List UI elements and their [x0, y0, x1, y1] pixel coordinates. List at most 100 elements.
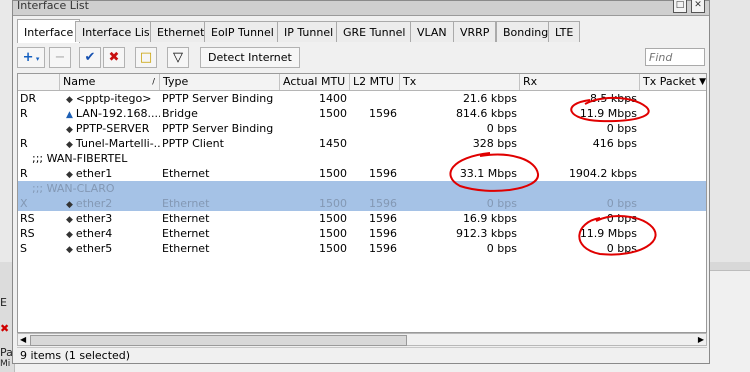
- cell-rx: 11.9 Mbps: [579, 107, 637, 120]
- cell-tx: 0 bps: [486, 242, 517, 255]
- tab-vlan[interactable]: VLAN: [410, 21, 454, 42]
- column-tx-packet[interactable]: Tx Packet ▼: [640, 74, 706, 90]
- cell-name: ◆ ether2: [60, 196, 160, 211]
- disable-button[interactable]: ✖: [103, 47, 125, 68]
- cell-type: Ethernet: [162, 212, 210, 225]
- cell-tx: 912.3 kbps: [455, 227, 517, 240]
- cell-flag: DR: [20, 92, 37, 105]
- tab-eoip-tunnel[interactable]: EoIP Tunnel: [204, 21, 281, 42]
- table-row[interactable]: RS ◆ ether4 Ethernet 1500 1596 912.3 kbps 11.9 …: [18, 226, 706, 241]
- cell-flag: R: [20, 137, 28, 150]
- group-comment-row[interactable]: ;;; WAN-CLARO: [18, 181, 706, 196]
- interface-name: Tunel-Martelli-...: [75, 137, 160, 150]
- cell-rx: 1904.2 kbps: [568, 167, 637, 180]
- cell-type: PPTP Server Binding: [162, 122, 274, 135]
- cell-l2mtu: 1596: [369, 197, 397, 210]
- cell-name: ▲ LAN-192.168....: [60, 106, 160, 121]
- detect-internet-button[interactable]: Detect Internet: [200, 47, 300, 68]
- cell-l2mtu: 1596: [369, 227, 397, 240]
- interface-list-window: Interface List □ ✕ Interface Interface L…: [12, 0, 710, 364]
- interface-icon: ◆: [66, 245, 73, 255]
- cell-mtu: 1400: [319, 92, 347, 105]
- filter-button[interactable]: ▽: [167, 47, 189, 68]
- interface-name: LAN-192.168....: [75, 107, 160, 120]
- bridge-icon: ▲: [66, 110, 73, 120]
- cell-l2mtu: [350, 91, 400, 106]
- tab-bonding[interactable]: Bonding: [496, 21, 556, 42]
- sort-icon: /: [152, 77, 155, 86]
- cell-tx: 0 bps: [486, 122, 517, 135]
- cell-tx: 814.6 kbps: [455, 107, 517, 120]
- cell-mtu: 1500: [319, 167, 347, 180]
- background-label-e: E: [0, 296, 7, 309]
- column-name[interactable]: Name /: [60, 74, 160, 90]
- tab-interface[interactable]: Interface: [17, 19, 81, 43]
- cell-mtu: [280, 121, 350, 136]
- background-label-mi: Mi: [0, 359, 11, 369]
- cell-flag: X: [20, 197, 28, 210]
- cell-rx: 416 bps: [592, 137, 637, 150]
- toolbar: + ▾ − ✔ ✖ □ ▽ Detect Internet: [17, 45, 707, 71]
- background-close-icon[interactable]: ✖: [0, 322, 9, 335]
- table-row[interactable]: X ◆ ether2 Ethernet 1500 1596 0 bps 0 bps: [18, 196, 706, 211]
- remove-button[interactable]: −: [49, 47, 71, 68]
- filter-icon: ▽: [173, 50, 183, 65]
- cell-flag: R: [20, 167, 28, 180]
- add-icon: +: [22, 50, 34, 65]
- note-icon: □: [139, 50, 153, 65]
- enable-button[interactable]: ✔: [79, 47, 101, 68]
- table-row[interactable]: R ▲ LAN-192.168.... Bridge 1500 1596 814.6 kbp…: [18, 106, 706, 121]
- table-row[interactable]: RS ◆ ether3 Ethernet 1500 1596 16.9 kbps 0 bps: [18, 211, 706, 226]
- restore-icon[interactable]: □: [673, 0, 687, 13]
- tab-gre-tunnel[interactable]: GRE Tunnel: [336, 21, 413, 42]
- table-row[interactable]: S ◆ ether5 Ethernet 1500 1596 0 bps 0 bps: [18, 241, 706, 256]
- cell-l2mtu: [350, 136, 400, 151]
- tab-interface-list[interactable]: Interface List: [75, 21, 161, 42]
- find-input[interactable]: [645, 48, 705, 66]
- column-rx[interactable]: Rx: [520, 74, 640, 90]
- tab-lte[interactable]: LTE: [548, 21, 581, 42]
- column-tx-packet-label: Tx Packet: [643, 75, 696, 88]
- tab-ip-tunnel[interactable]: IP Tunnel: [277, 21, 341, 42]
- cell-l2mtu: [350, 121, 400, 136]
- title-bar[interactable]: Interface List □ ✕: [13, 0, 709, 16]
- scroll-right-icon[interactable]: ▶: [698, 335, 704, 344]
- table-row[interactable]: R ◆ ether1 Ethernet 1500 1596 33.1 Mbps 1904.2 …: [18, 166, 706, 181]
- table-row[interactable]: ◆ PPTP-SERVER PPTP Server Binding 0 bps 0 bp…: [18, 121, 706, 136]
- cell-tx: 16.9 kbps: [462, 212, 517, 225]
- add-button[interactable]: + ▾: [17, 47, 45, 68]
- comment-button[interactable]: □: [135, 47, 157, 68]
- column-tx[interactable]: Tx: [400, 74, 520, 90]
- interface-icon: ◆: [66, 230, 73, 240]
- cell-l2mtu: 1596: [369, 242, 397, 255]
- table-header: Name / Type Actual MTU L2 MTU Tx Rx Tx Pa…: [18, 74, 706, 91]
- table-row[interactable]: DR ◆ <pptp-itego> PPTP Server Binding 1400 21…: [18, 91, 706, 106]
- horizontal-scrollbar[interactable]: ◀ ▶: [17, 333, 707, 346]
- x-icon: ✖: [108, 50, 120, 65]
- tab-vrrp[interactable]: VRRP: [453, 21, 497, 42]
- column-actual-mtu[interactable]: Actual MTU: [280, 74, 350, 90]
- group-comment-row[interactable]: ;;; WAN-FIBERTEL: [18, 151, 706, 166]
- cell-name: ◆ ether3: [60, 211, 160, 226]
- interface-name: ether4: [75, 227, 113, 240]
- cell-rx: 0 bps: [606, 212, 637, 225]
- cell-tx: 328 bps: [472, 137, 517, 150]
- scroll-thumb[interactable]: [30, 335, 407, 346]
- interface-icon: ◆: [66, 125, 73, 135]
- cell-tx: 0 bps: [486, 197, 517, 210]
- interface-name: ether3: [75, 212, 113, 225]
- close-icon[interactable]: ✕: [691, 0, 705, 13]
- tab-ethernet[interactable]: Ethernet: [150, 21, 212, 42]
- window-title: Interface List: [17, 0, 89, 12]
- column-l2-mtu[interactable]: L2 MTU: [350, 74, 400, 90]
- table-row[interactable]: R ◆ Tunel-Martelli-... PPTP Client 1450 328 b…: [18, 136, 706, 151]
- cell-mtu: 1500: [319, 227, 347, 240]
- cell-mtu: 1500: [319, 212, 347, 225]
- scroll-left-icon[interactable]: ◀: [20, 335, 26, 344]
- column-flags[interactable]: [18, 74, 60, 90]
- cell-flag: RS: [20, 227, 35, 240]
- column-menu-icon[interactable]: ▼: [699, 74, 706, 90]
- check-icon: ✔: [84, 50, 96, 65]
- column-type[interactable]: Type: [160, 74, 280, 90]
- cell-name: ◆ Tunel-Martelli-...: [60, 136, 160, 151]
